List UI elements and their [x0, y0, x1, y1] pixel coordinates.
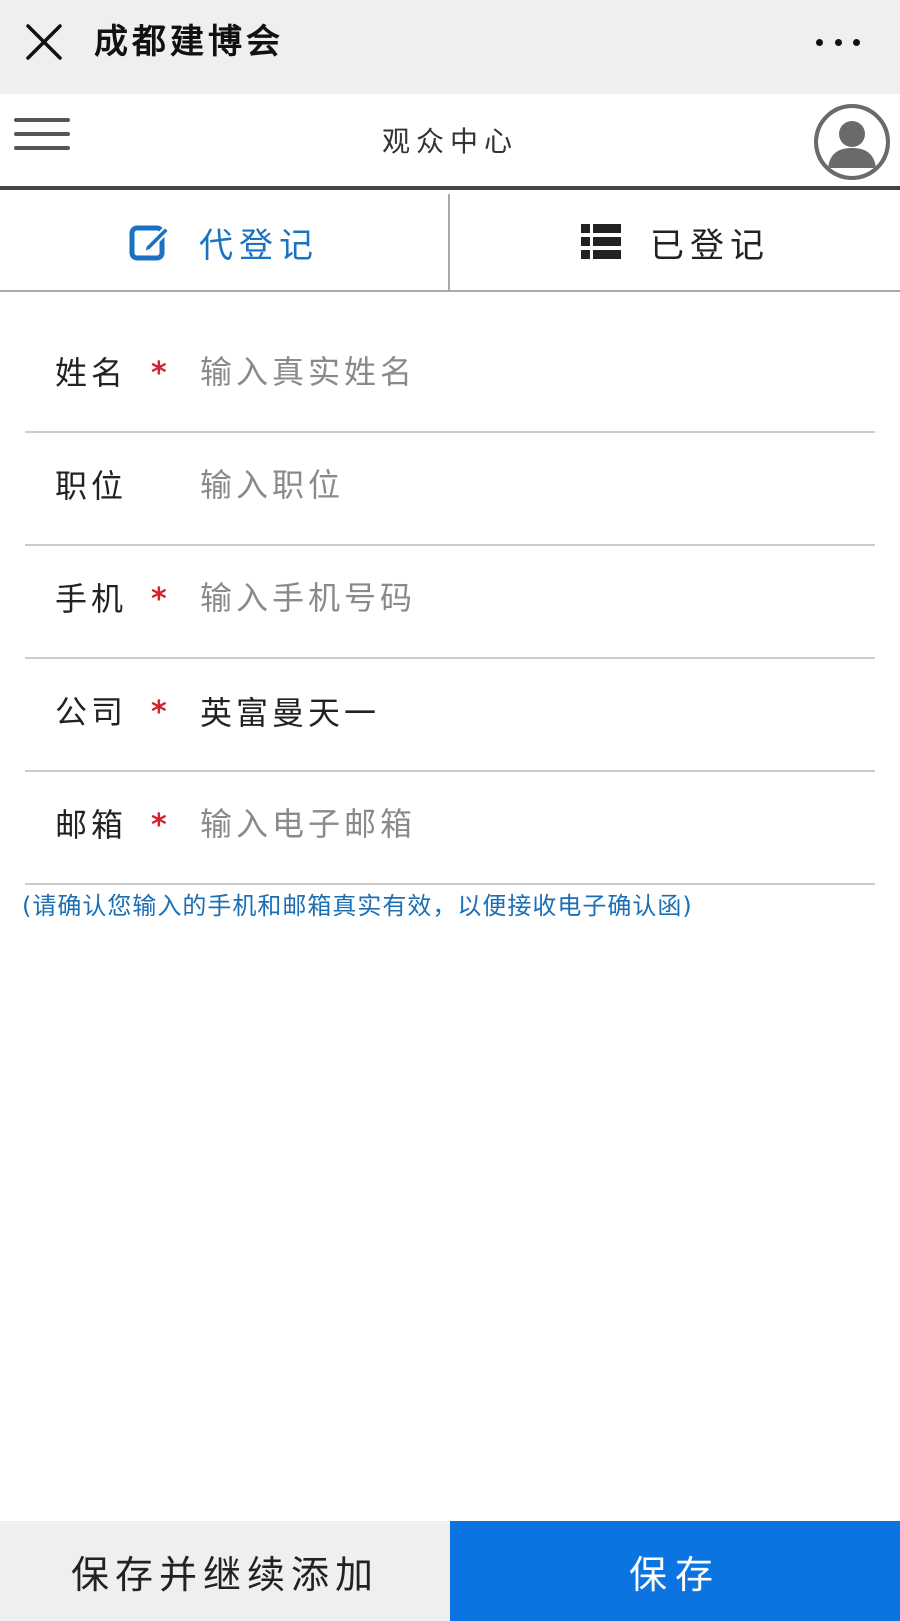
form-row-name: 姓名 *	[25, 320, 875, 433]
page-title: 观众中心	[381, 125, 518, 158]
app-title: 成都建博会	[94, 22, 284, 62]
more-dot	[816, 38, 823, 46]
form-row-phone: 手机 *	[25, 546, 875, 659]
top-title-bar: 成都建博会	[0, 0, 900, 94]
tab-label: 已登记	[650, 225, 770, 266]
required-mark: *	[151, 582, 167, 617]
name-label: 姓名	[55, 354, 128, 392]
phone-label: 手机	[55, 580, 128, 618]
form-row-company: 公司 *	[25, 659, 875, 772]
position-label: 职位	[55, 467, 128, 505]
registration-form: 姓名 * 职位 手机 * 公司 * 邮箱 *	[25, 320, 875, 885]
more-icon[interactable]	[816, 24, 860, 60]
more-dot	[853, 38, 860, 46]
user-avatar-icon[interactable]	[814, 104, 890, 180]
form-row-email: 邮箱 *	[25, 772, 875, 885]
name-input[interactable]	[200, 344, 840, 400]
close-icon[interactable]	[24, 22, 64, 62]
email-input[interactable]	[200, 796, 840, 852]
list-icon	[580, 221, 622, 263]
position-input[interactable]	[200, 457, 840, 513]
tab-proxy-register[interactable]: 代登记	[0, 194, 450, 290]
required-mark: *	[151, 808, 167, 843]
tab-label: 代登记	[199, 225, 319, 266]
registration-tabs: 代登记 已登记	[0, 194, 900, 292]
company-input[interactable]	[200, 683, 840, 739]
save-button[interactable]: 保存	[450, 1521, 900, 1621]
bottom-action-bar: 保存并继续添加 保存	[0, 1521, 900, 1621]
edit-icon	[129, 221, 171, 263]
email-label: 邮箱	[55, 806, 128, 844]
page-header: 观众中心	[0, 94, 900, 190]
company-label: 公司	[55, 693, 128, 731]
tab-registered[interactable]: 已登记	[450, 194, 900, 290]
save-and-add-button[interactable]: 保存并继续添加	[0, 1521, 450, 1621]
required-mark: *	[151, 356, 167, 391]
phone-input[interactable]	[200, 570, 840, 626]
form-row-position: 职位	[25, 433, 875, 546]
more-dot	[834, 38, 842, 46]
form-hint: (请确认您输入的手机和邮箱真实有效，以便接收电子确认函)	[22, 892, 693, 920]
required-mark: *	[151, 695, 167, 730]
